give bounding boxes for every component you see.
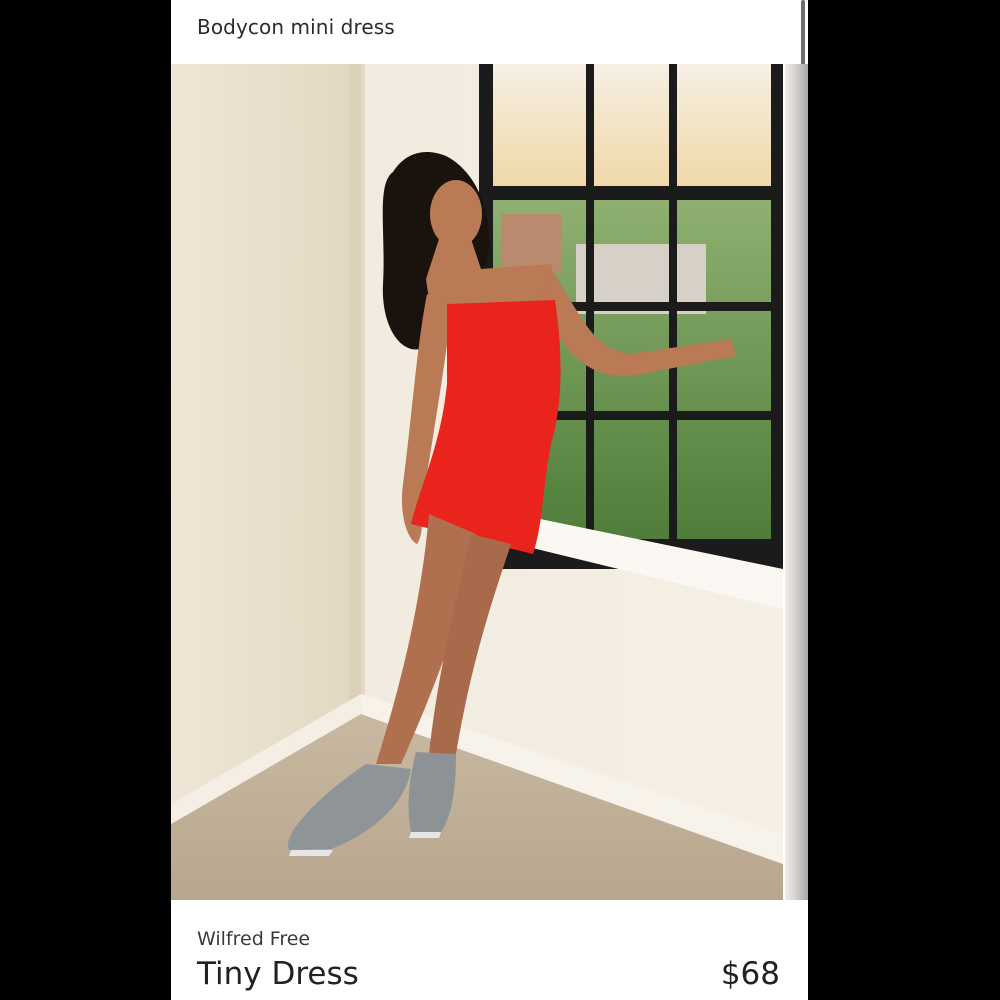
product-info[interactable]: Wilfred Free Tiny Dress $68 [171, 900, 808, 1000]
next-product-peek[interactable] [785, 64, 808, 900]
product-photo[interactable] [171, 64, 783, 900]
product-header: Bodycon mini dress [171, 0, 808, 160]
product-card-screen: Bodycon mini dress Wilfred Free Tiny Dre… [171, 0, 808, 1000]
product-photo-illustration [171, 64, 783, 900]
product-price: $68 [720, 956, 780, 992]
product-name: Tiny Dress [197, 956, 359, 992]
product-brand: Wilfred Free [197, 928, 311, 950]
product-category: Bodycon mini dress [197, 15, 395, 39]
